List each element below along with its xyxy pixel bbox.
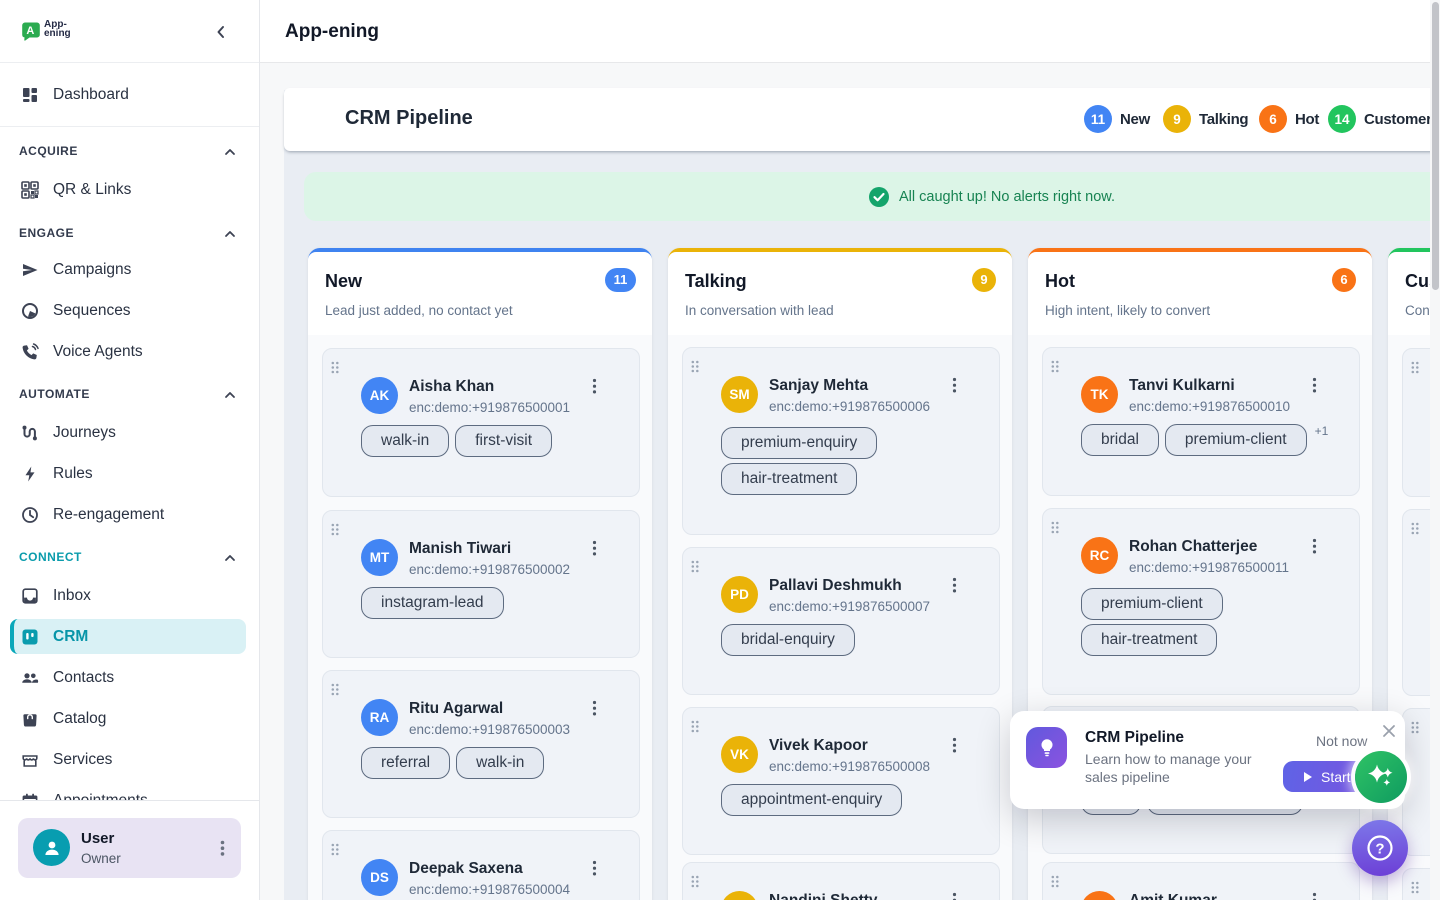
svg-text:?: ?	[1375, 840, 1384, 857]
svg-text:A: A	[26, 25, 34, 37]
